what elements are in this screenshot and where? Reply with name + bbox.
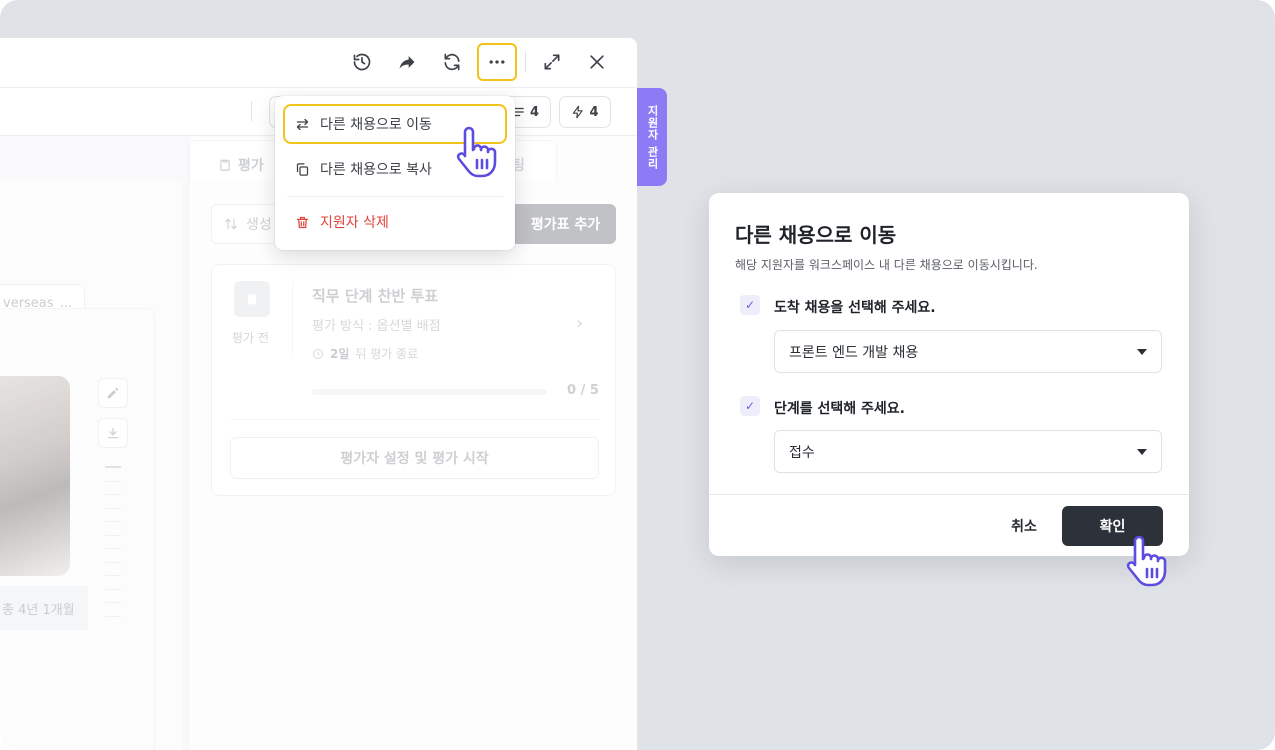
evaluation-progress (312, 389, 547, 395)
evaluation-method: 평가 방식 : 옵션별 배점 (312, 319, 441, 334)
menu-item-delete-label: 지원자 삭제 (320, 215, 389, 231)
evaluation-title[interactable]: 직무 단계 찬반 투표 (312, 285, 438, 306)
evaluation-sheet-icon (234, 281, 270, 317)
career-length: 총 4년 1개월 (0, 586, 88, 630)
menu-divider (287, 196, 503, 197)
close-icon (590, 55, 604, 69)
check-icon: ✓ (740, 396, 760, 416)
edit-button[interactable] (98, 378, 128, 408)
close-button[interactable] (579, 44, 615, 80)
dialog-description: 해당 지원자를 워크스페이스 내 다른 채용으로 이동시킵니다. (735, 258, 1038, 272)
evaluation-card: 평가 전 직무 단계 찬반 투표 평가 방식 : 옵션별 배점 2일 뒤 평가 … (211, 264, 616, 496)
actions-count: 4 (589, 104, 599, 120)
move-recruitment-dialog: 다른 채용으로 이동 해당 지원자를 워크스페이스 내 다른 채용으로 이동시킵… (709, 193, 1189, 556)
target-recruitment-label: 도착 채용을 선택해 주세요. (774, 300, 936, 316)
more-button[interactable] (477, 43, 517, 81)
actions-chip[interactable]: 4 (559, 96, 611, 128)
hand-cursor-icon (456, 126, 497, 178)
pencil-icon (107, 387, 119, 399)
menu-item-move-label: 다른 채용으로 이동 (320, 117, 432, 133)
evaluation-divider (292, 281, 293, 357)
due-days: 2일 (330, 347, 350, 361)
share-icon (399, 56, 415, 69)
caret-down-icon (1137, 349, 1147, 355)
stage-label: 단계를 선택해 주세요. (774, 401, 905, 417)
card-divider (230, 419, 599, 420)
refresh-icon (444, 53, 460, 71)
expand-button[interactable] (534, 44, 570, 80)
add-evaluation-button[interactable]: 평가표 추가 (515, 204, 616, 244)
toolbar-divider (525, 52, 526, 72)
trash-icon (296, 216, 309, 228)
history-icon (353, 53, 371, 71)
check-icon: ✓ (740, 295, 760, 315)
comments-count: 4 (529, 104, 540, 120)
stage-select[interactable]: 접수 (774, 430, 1162, 473)
stage-value: 접수 (789, 444, 815, 461)
expand-icon (544, 54, 560, 70)
applicant-photo (0, 376, 70, 576)
dialog-footer-divider (709, 494, 1189, 495)
lightning-icon (573, 105, 584, 119)
subbar-divider (251, 101, 252, 121)
scroll-ticks (105, 466, 121, 629)
hand-cursor-icon (1126, 535, 1167, 587)
screen-frame: 4 4 verseas_... 총 4년 1개월 평가 팅 생성 평가표 추가 … (0, 0, 1275, 750)
start-evaluation-button[interactable]: 평가자 설정 및 평가 시작 (230, 437, 599, 479)
target-recruitment-value: 프론트 엔드 개발 채용 (789, 344, 919, 361)
target-recruitment-select[interactable]: 프론트 엔드 개발 채용 (774, 330, 1162, 373)
cancel-button[interactable]: 취소 (999, 507, 1049, 545)
download-button[interactable] (98, 418, 128, 448)
more-icon (489, 60, 505, 64)
due-suffix: 뒤 평가 종료 (355, 347, 419, 361)
tab-evaluation-label: 평가 (238, 158, 264, 174)
clipboard-icon (220, 159, 230, 171)
dialog-title: 다른 채용으로 이동 (735, 223, 897, 247)
progress-text: 0 / 5 (567, 383, 599, 398)
swap-icon (296, 118, 309, 130)
refresh-button[interactable] (434, 44, 470, 80)
clock-icon (313, 348, 323, 359)
evaluation-status: 평가 전 (232, 331, 269, 345)
applicant-management-tab[interactable]: 지원자 관리 (637, 88, 667, 186)
copy-icon (296, 162, 309, 176)
menu-item-copy-label: 다른 채용으로 복사 (320, 162, 432, 178)
evaluation-due: 2일 뒤 평가 종료 (312, 345, 418, 362)
history-button[interactable] (344, 44, 380, 80)
caret-down-icon (1137, 449, 1147, 455)
download-icon (107, 427, 119, 439)
menu-item-delete[interactable]: 지원자 삭제 (283, 202, 507, 242)
chevron-right-icon[interactable]: › (576, 313, 583, 334)
sort-icon (225, 218, 237, 230)
sort-label: 생성 (246, 217, 272, 233)
window-toolbar (0, 38, 637, 88)
share-button[interactable] (389, 44, 425, 80)
applicant-window: 4 4 verseas_... 총 4년 1개월 평가 팅 생성 평가표 추가 … (0, 38, 637, 750)
